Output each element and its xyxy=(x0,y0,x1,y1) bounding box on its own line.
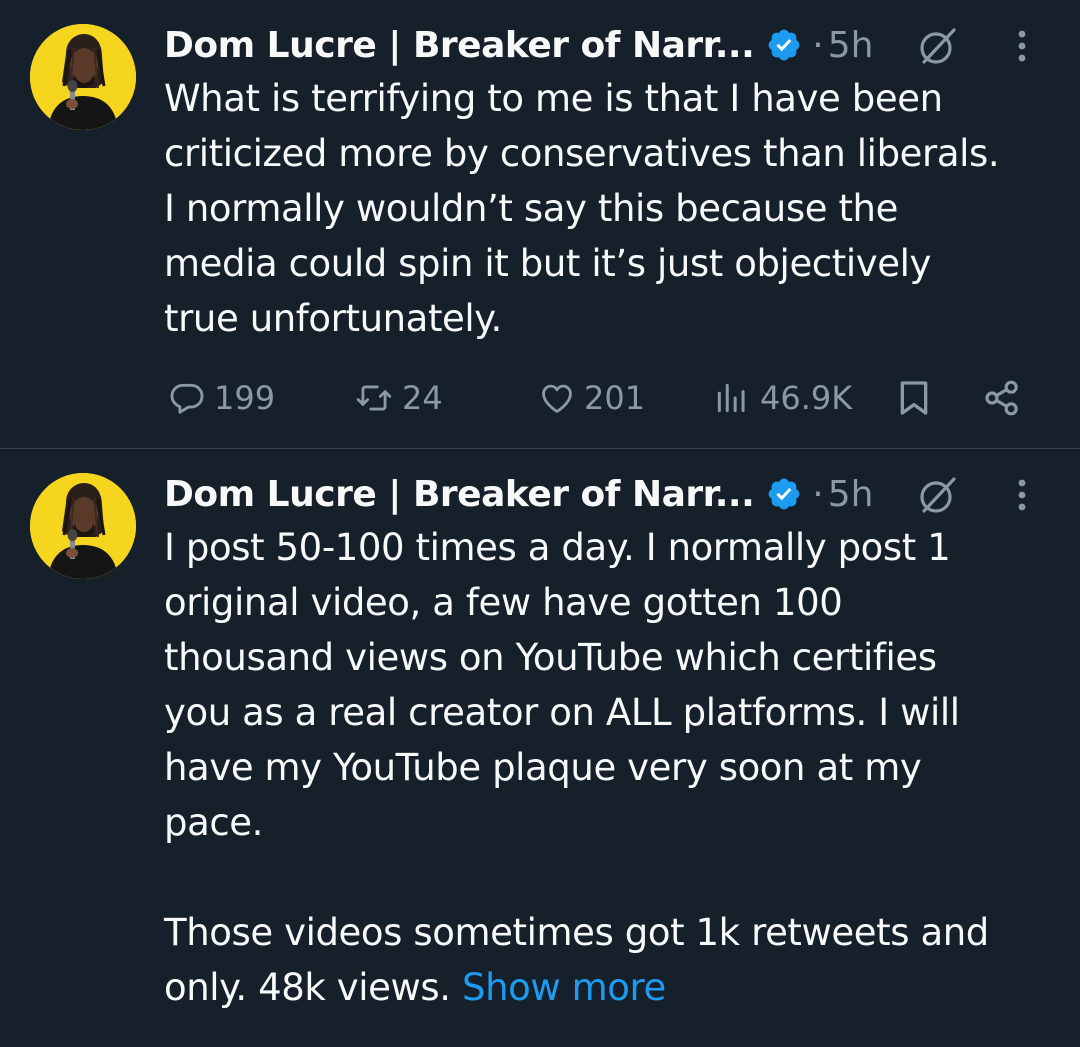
tweet-body: I post 50-100 times a day. I normally po… xyxy=(164,526,989,1009)
verified-badge-icon xyxy=(766,27,802,63)
tweet-time[interactable]: 5h xyxy=(828,474,874,515)
grok-icon[interactable] xyxy=(916,24,960,68)
like-count: 201 xyxy=(584,379,646,417)
avatar[interactable] xyxy=(30,473,136,579)
views-icon xyxy=(712,379,752,417)
verified-badge-icon xyxy=(766,476,802,512)
tweet-text: I post 50-100 times a day. I normally po… xyxy=(164,520,1044,1015)
separator-dot: · xyxy=(812,473,824,515)
retweet-icon xyxy=(354,379,394,417)
more-options-icon[interactable] xyxy=(1012,28,1032,64)
bookmark-button[interactable] xyxy=(894,370,934,426)
author-name[interactable]: Dom Lucre | Breaker of Narr... xyxy=(164,474,755,515)
tweet-time[interactable]: 5h xyxy=(828,25,874,66)
tweet-header: Dom Lucre | Breaker of Narr... · 5h xyxy=(164,22,1050,68)
tweet-text: What is terrifying to me is that I have … xyxy=(164,77,1000,340)
reply-count: 199 xyxy=(214,379,276,417)
avatar[interactable] xyxy=(30,24,136,130)
bookmark-icon xyxy=(894,377,934,419)
action-bar: 199 24 201 46.9K xyxy=(164,370,1044,426)
reply-icon xyxy=(168,379,206,417)
author-name[interactable]: Dom Lucre | Breaker of Narr... xyxy=(164,25,755,66)
tweet[interactable]: Dom Lucre | Breaker of Narr... · 5h What… xyxy=(0,0,1080,449)
like-icon xyxy=(538,379,576,417)
separator-dot: · xyxy=(812,24,824,66)
tweet[interactable]: Dom Lucre | Breaker of Narr... · 5h I po… xyxy=(0,449,1080,1047)
views-count: 46.9K xyxy=(760,379,853,417)
more-options-icon[interactable] xyxy=(1012,477,1032,513)
share-icon xyxy=(982,378,1022,418)
timeline-feed: Dom Lucre | Breaker of Narr... · 5h What… xyxy=(0,0,1080,1047)
reply-button[interactable]: 199 xyxy=(168,370,275,426)
share-button[interactable] xyxy=(982,370,1022,426)
views-button[interactable]: 46.9K xyxy=(712,370,852,426)
tweet-header: Dom Lucre | Breaker of Narr... · 5h xyxy=(164,471,1050,517)
like-button[interactable]: 201 xyxy=(538,370,645,426)
retweet-count: 24 xyxy=(402,379,443,417)
show-more-link[interactable]: Show more xyxy=(462,966,666,1009)
retweet-button[interactable]: 24 xyxy=(354,370,443,426)
grok-icon[interactable] xyxy=(916,473,960,517)
